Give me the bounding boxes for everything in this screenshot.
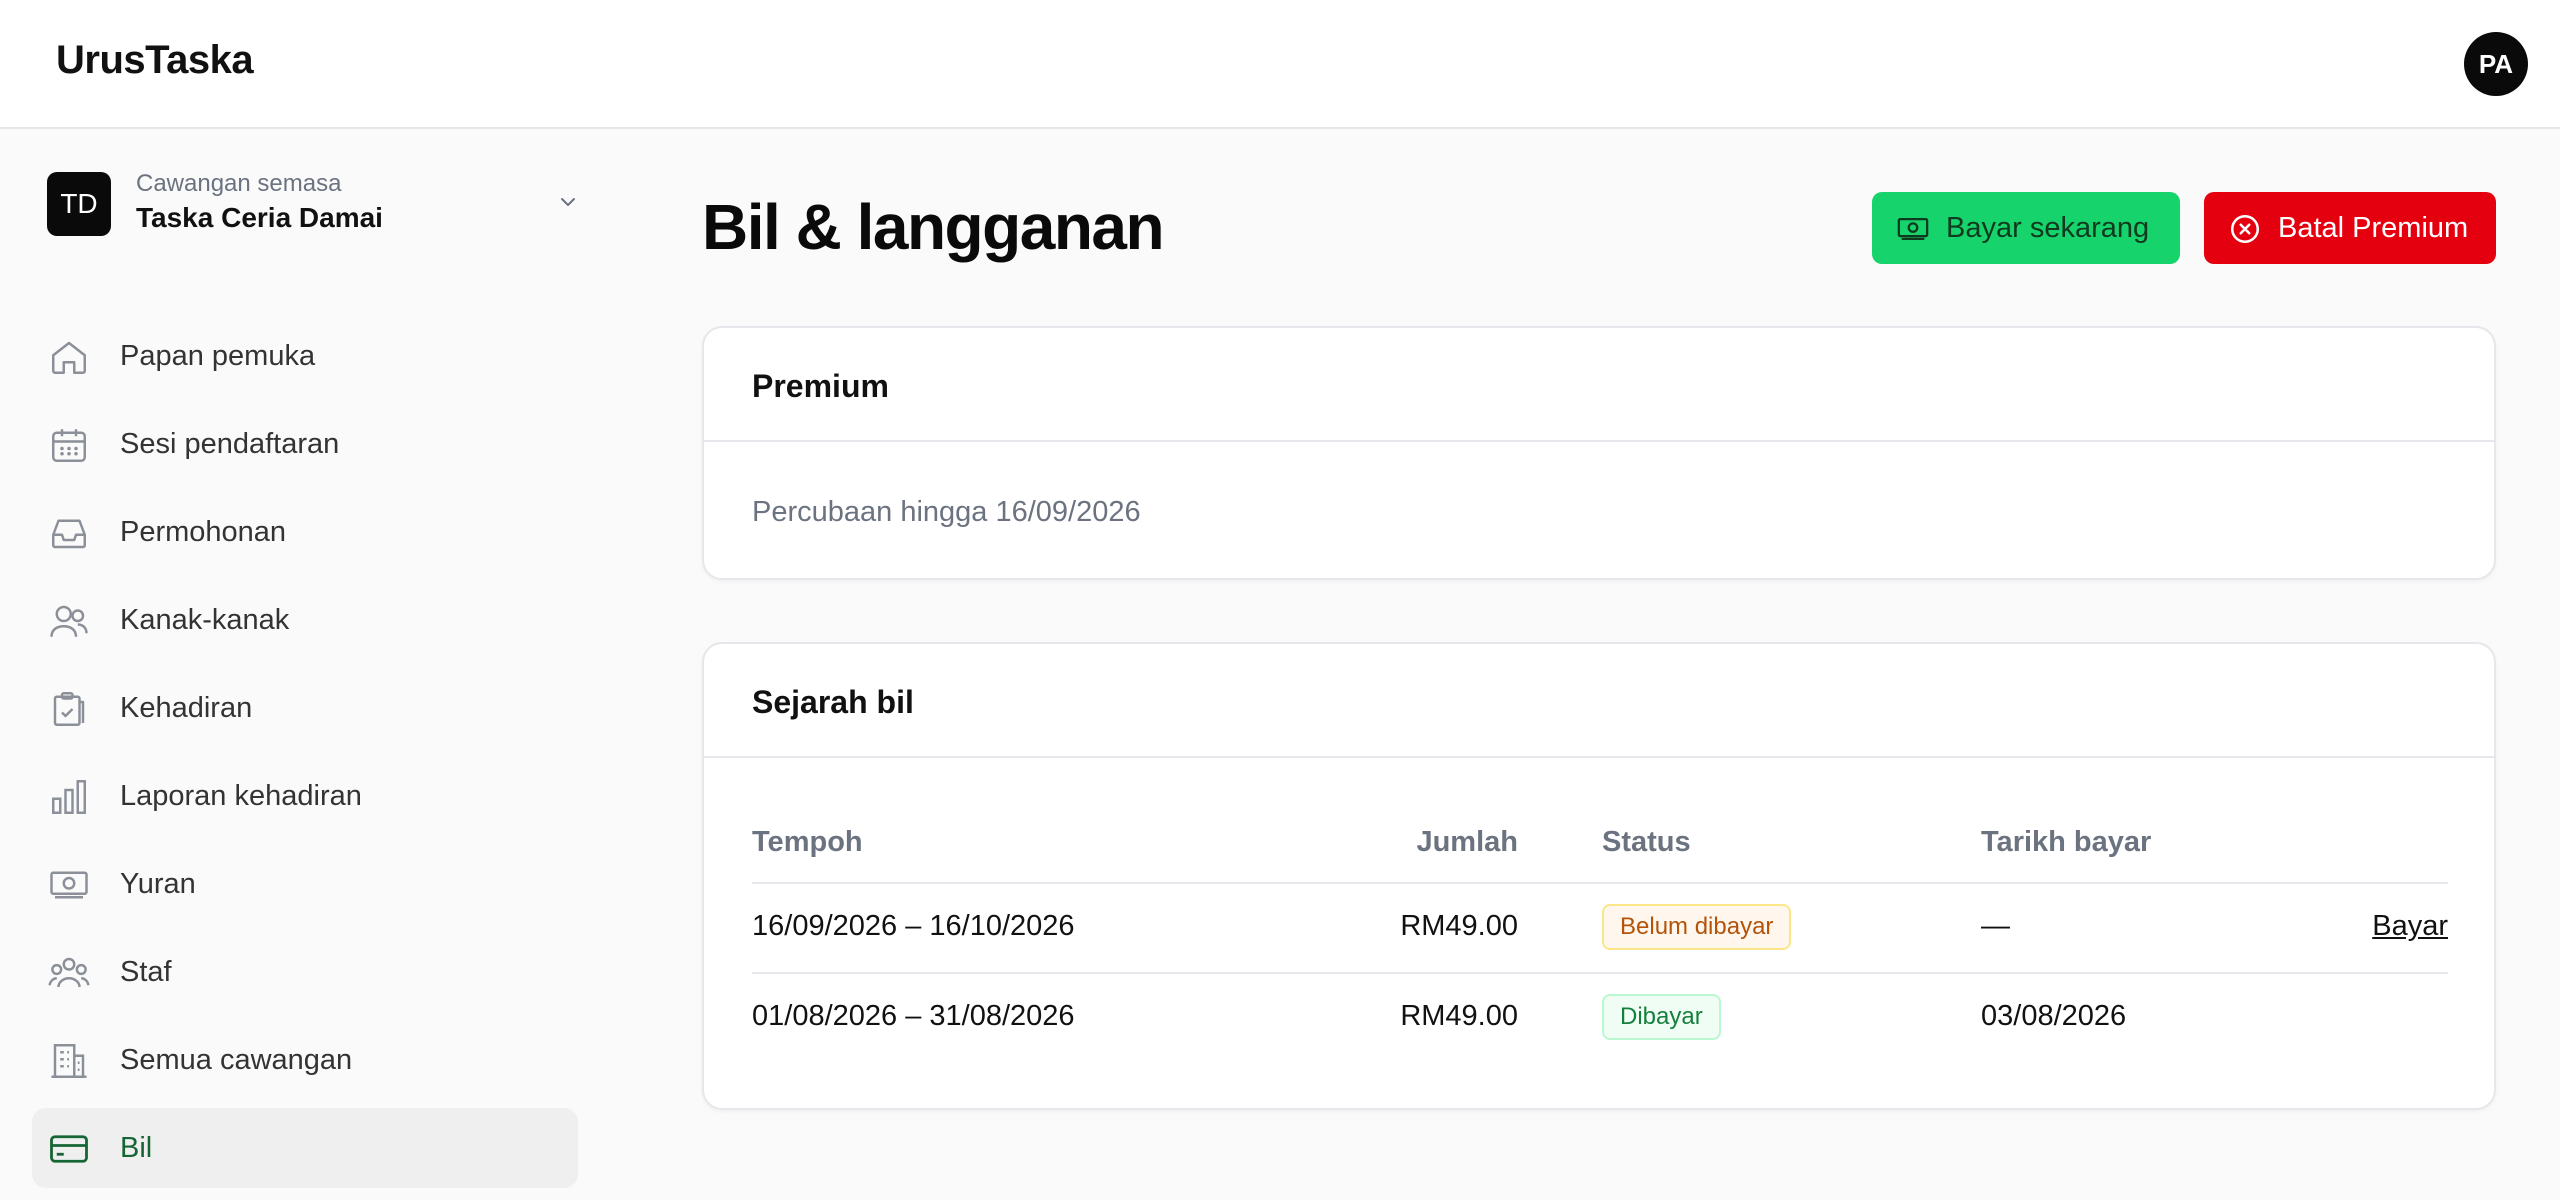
billing-history-title: Sejarah bil: [752, 684, 914, 720]
table-row: 16/09/2026 – 16/10/2026 RM49.00 Belum di…: [752, 882, 2448, 972]
paid-date-cell: —: [1981, 910, 2010, 942]
sidebar-item-staff[interactable]: Staf: [32, 932, 578, 1012]
period-cell: 16/09/2026 – 16/10/2026: [752, 910, 1075, 942]
sidebar-item-label: Staf: [120, 956, 172, 988]
sidebar-item-label: Kanak-kanak: [120, 604, 290, 636]
sidebar-item-label: Kehadiran: [120, 692, 253, 724]
inbox-icon: [52, 519, 86, 549]
pay-now-label: Bayar sekarang: [1946, 212, 2150, 244]
branch-caption: Cawangan semasa: [136, 170, 342, 197]
pay-now-button[interactable]: Bayar sekarang: [1872, 192, 2180, 264]
card-header: Sejarah bil: [704, 644, 2494, 758]
premium-card: Premium Percubaan hingga 16/09/2026: [702, 326, 2496, 580]
sidebar-item-attendance-report[interactable]: Laporan kehadiran: [32, 756, 578, 836]
user-avatar[interactable]: PA: [2464, 32, 2528, 96]
sidebar-item-label: Laporan kehadiran: [120, 780, 362, 812]
billing-history-card: Sejarah bil Tempoh Jumlah Status Tarikh …: [702, 642, 2496, 1110]
period-cell: 01/08/2026 – 31/08/2026: [752, 1000, 1075, 1032]
sidebar-item-dashboard[interactable]: Papan pemuka: [32, 316, 578, 396]
column-header-period: Tempoh: [752, 826, 863, 858]
trial-status: Percubaan hingga 16/09/2026: [752, 496, 1141, 528]
sidebar-item-label: Bil: [120, 1132, 153, 1164]
sidebar-item-label: Sesi pendaftaran: [120, 428, 340, 460]
amount-cell: RM49.00: [1400, 1000, 1518, 1032]
sidebar-item-children[interactable]: Kanak-kanak: [32, 580, 578, 660]
building-icon: [51, 1044, 87, 1078]
credit-card-icon: [50, 1135, 88, 1163]
page-title: Bil & langganan: [702, 191, 1165, 263]
table-row: 01/08/2026 – 31/08/2026 RM49.00 Dibayar …: [752, 972, 2448, 1062]
home-icon: [52, 341, 86, 374]
column-header-amount: Jumlah: [1416, 826, 1518, 858]
sidebar-item-label: Yuran: [120, 868, 196, 900]
chevron-down-icon: [561, 198, 575, 206]
top-bar: UrusTaska PA: [0, 0, 2560, 129]
team-icon: [48, 957, 90, 988]
x-circle-icon: [2230, 214, 2260, 244]
clipboard-check-icon: [53, 692, 85, 726]
cancel-premium-label: Batal Premium: [2278, 212, 2469, 244]
users-icon: [50, 605, 88, 637]
card-header: Premium: [704, 328, 2494, 442]
sidebar-item-label: Permohonan: [120, 516, 287, 548]
column-header-status: Status: [1602, 826, 1691, 858]
status-badge: Belum dibayar: [1602, 904, 1792, 950]
sidebar-item-billing[interactable]: Bil: [32, 1108, 578, 1188]
sidebar-item-all-branches[interactable]: Semua cawangan: [32, 1020, 578, 1100]
pay-link[interactable]: Bayar: [2372, 910, 2448, 943]
sidebar-item-registration[interactable]: Sesi pendaftaran: [32, 404, 578, 484]
branch-switcher[interactable]: TD Cawangan semasa Taska Ceria Damai: [32, 160, 592, 250]
status-badge: Dibayar: [1602, 994, 1721, 1040]
sidebar-item-applications[interactable]: Permohonan: [32, 492, 578, 572]
sidebar-item-label: Papan pemuka: [120, 340, 316, 372]
premium-title: Premium: [752, 368, 889, 404]
branch-avatar: TD: [47, 172, 111, 236]
banknote-icon: [1897, 217, 1929, 241]
amount-cell: RM49.00: [1400, 910, 1518, 942]
bar-chart-icon: [52, 780, 86, 814]
brand-logo[interactable]: UrusTaska: [56, 38, 254, 83]
sidebar-item-label: Semua cawangan: [120, 1044, 353, 1076]
banknote-icon: [50, 871, 88, 899]
calendar-icon: [52, 429, 86, 462]
sidebar-nav: Papan pemuka Sesi pendaftaran Permohonan…: [32, 316, 578, 1196]
cancel-premium-button[interactable]: Batal Premium: [2204, 192, 2496, 264]
sidebar-item-fees[interactable]: Yuran: [32, 844, 578, 924]
sidebar-item-attendance[interactable]: Kehadiran: [32, 668, 578, 748]
branch-name: Taska Ceria Damai: [136, 202, 383, 233]
paid-date-cell: 03/08/2026: [1981, 1000, 2127, 1032]
column-header-paid-date: Tarikh bayar: [1981, 826, 2152, 858]
